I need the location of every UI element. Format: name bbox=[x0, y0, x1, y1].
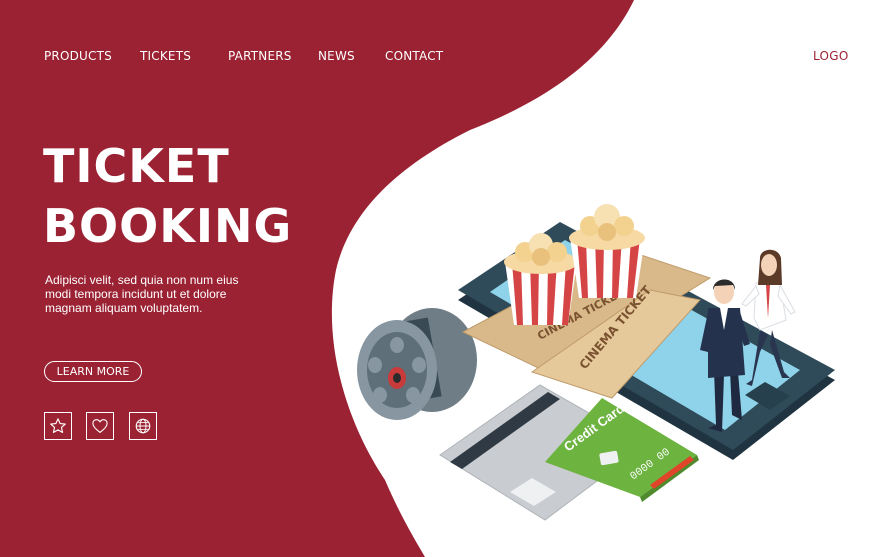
film-reel bbox=[357, 308, 477, 420]
globe-button[interactable] bbox=[129, 412, 157, 440]
nav-contact[interactable]: CONTACT bbox=[385, 49, 443, 63]
nav-partners[interactable]: PARTNERS bbox=[228, 49, 292, 63]
hero-title-line-2: BOOKING bbox=[43, 199, 293, 253]
hero-title-line-1: TICKET bbox=[43, 139, 230, 193]
nav-products[interactable]: PRODUCTS bbox=[44, 49, 112, 63]
heart-button[interactable] bbox=[86, 412, 114, 440]
heart-icon bbox=[92, 419, 108, 433]
nav-news[interactable]: NEWS bbox=[318, 49, 355, 63]
logo[interactable]: LOGO bbox=[813, 49, 849, 63]
hero-description: Adipisci velit, sed quia non num eius mo… bbox=[45, 273, 239, 315]
learn-more-button[interactable]: LEARN MORE bbox=[44, 361, 142, 382]
hero-title: TICKET BOOKING bbox=[43, 136, 292, 256]
nav-tickets[interactable]: TICKETS bbox=[140, 49, 191, 63]
star-button[interactable] bbox=[44, 412, 72, 440]
globe-icon bbox=[135, 418, 151, 434]
top-navigation: PRODUCTS TICKETS PARTNERS NEWS CONTACT bbox=[0, 49, 892, 65]
popcorn-bucket-right bbox=[569, 204, 645, 298]
ticket-booking-illustration: Credit Card 0000 00 CINEMA TICKET CINEMA… bbox=[357, 204, 835, 521]
star-icon bbox=[50, 418, 66, 434]
